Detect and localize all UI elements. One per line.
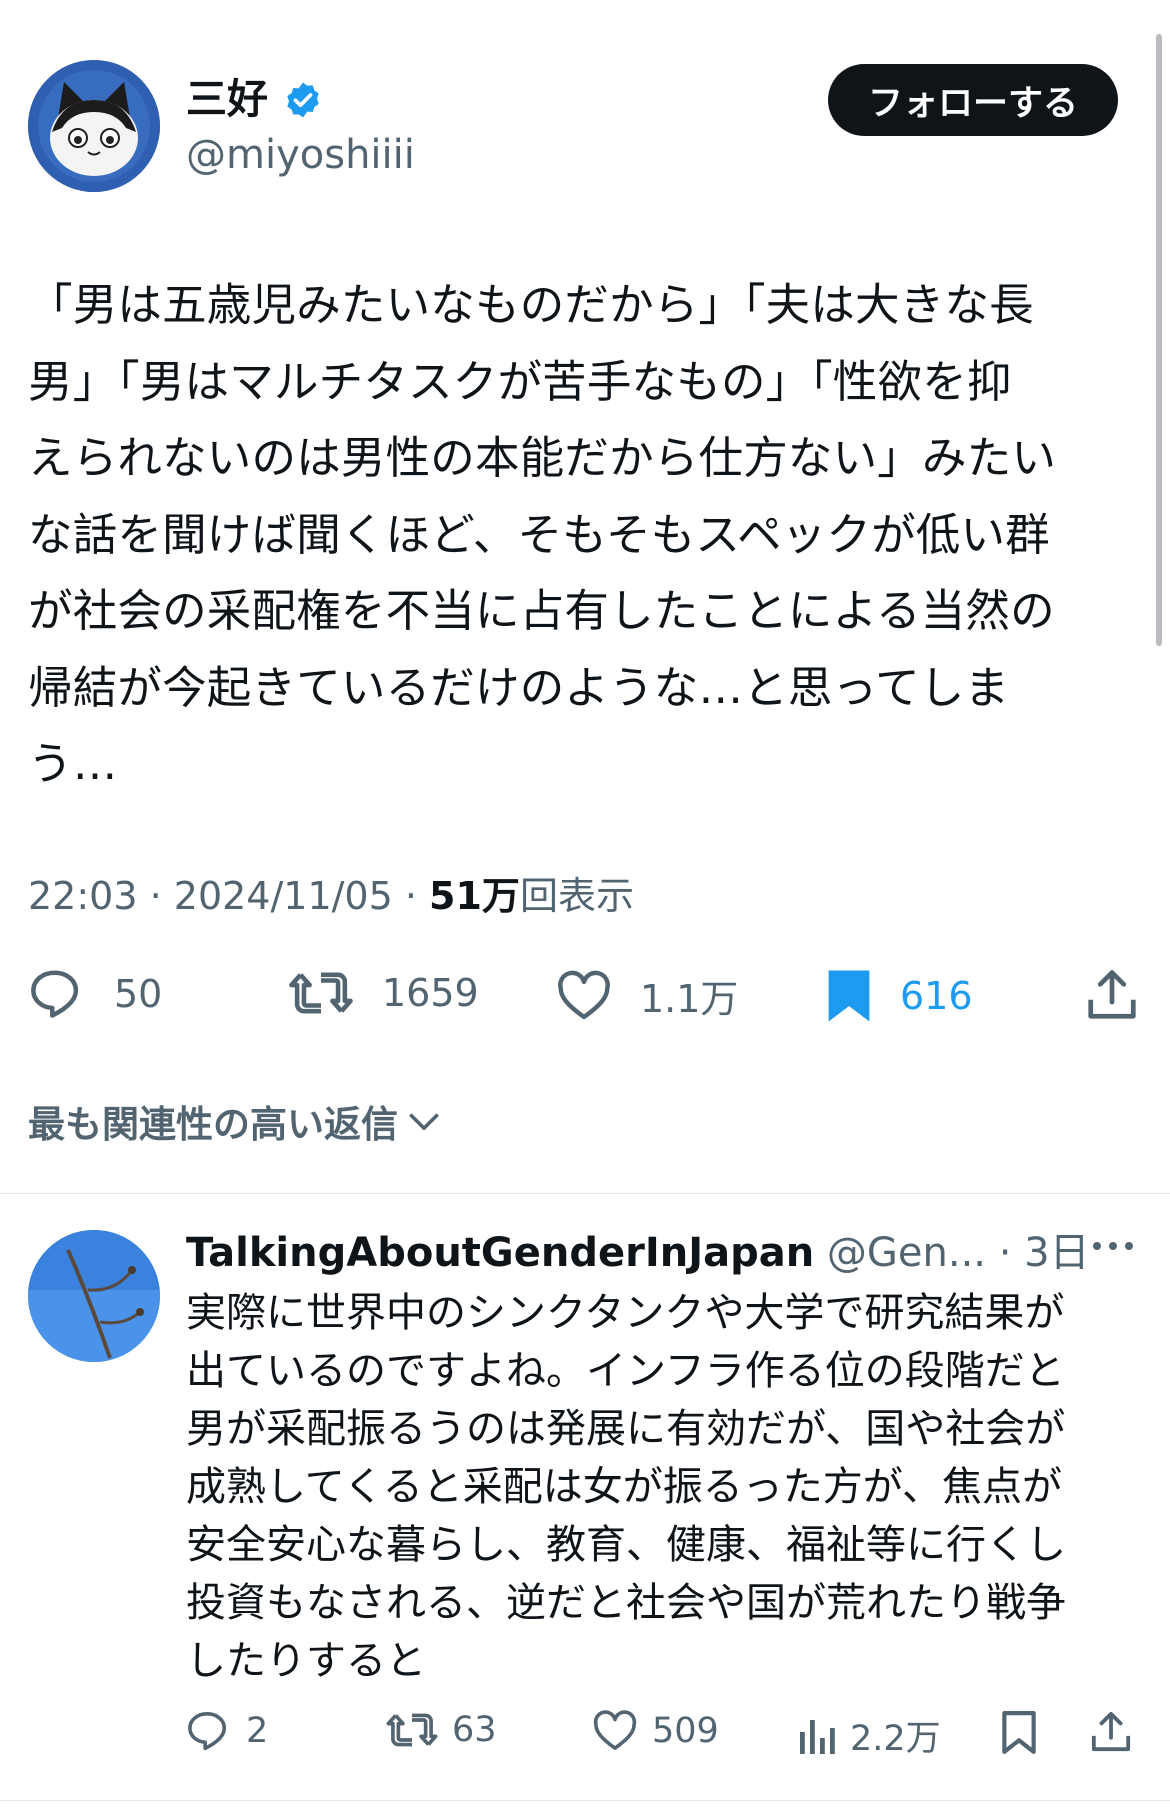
repost-count: 1659	[382, 971, 479, 1015]
like-count: 1.1万	[640, 977, 739, 1021]
share-icon	[1091, 1711, 1131, 1752]
reply-like-button[interactable]: 509	[592, 1710, 719, 1752]
views-label: 回表示	[519, 874, 634, 918]
meta-separator: ·	[392, 874, 430, 918]
reply-bookmark-button[interactable]	[1000, 1710, 1038, 1756]
bookmark-filled-icon	[828, 970, 870, 1022]
reply-views-button[interactable]: 2.2万	[796, 1710, 941, 1761]
reply-sort-dropdown[interactable]: 最も関連性の高い返信	[28, 1094, 442, 1148]
reply-time[interactable]: · 3日	[986, 1230, 1090, 1276]
reply-share-button[interactable]	[1090, 1710, 1132, 1754]
post-meta: 22:03 · 2024/11/05 · 51万回表示	[28, 872, 634, 920]
verified-badge-icon	[283, 80, 323, 120]
like-button[interactable]: 1.1万	[556, 968, 738, 1023]
divider	[0, 1800, 1170, 1801]
more-dots-icon[interactable]	[1090, 1236, 1136, 1260]
author-handle[interactable]: @miyoshiiii	[186, 130, 415, 180]
reply-header: TalkingAboutGenderInJapan @Gen... · 3日	[186, 1228, 1090, 1278]
views-count: 51万	[429, 874, 520, 918]
cat-avatar	[28, 60, 160, 192]
reply-author-handle[interactable]: @Gen...	[827, 1230, 986, 1276]
author-avatar[interactable]	[28, 60, 160, 192]
heart-icon	[558, 970, 610, 1019]
chevron-down-icon	[409, 1113, 439, 1130]
reply-reply-count: 2	[246, 1711, 269, 1751]
reply-repost-button[interactable]: 63	[386, 1710, 497, 1750]
scrollbar[interactable]	[1156, 34, 1162, 646]
reply-reply-button[interactable]: 2	[186, 1710, 268, 1752]
reply-text: 実際に世界中のシンクタンクや大学で研究結果が 出ているのですよね。インフラ作る位…	[186, 1290, 1066, 1684]
author-name[interactable]: 三好	[186, 74, 268, 124]
repost-icon	[386, 1713, 438, 1747]
post-text: 「男は五歳児みたいなものだから」「夫は大きな長 男」「男はマルチタスクが苦手なも…	[28, 280, 1057, 790]
reply-time-value: 3日	[1024, 1230, 1090, 1276]
reply-repost-count: 63	[452, 1710, 497, 1750]
heart-icon	[593, 1710, 637, 1750]
reply-count: 50	[114, 972, 163, 1016]
post-time[interactable]: 22:03	[28, 874, 138, 918]
post-date[interactable]: 2024/11/05	[174, 874, 393, 918]
divider	[0, 1193, 1170, 1194]
branch-photo-avatar	[28, 1230, 160, 1362]
reply-icon	[188, 1712, 227, 1751]
reply-avatar[interactable]	[28, 1230, 160, 1362]
analytics-icon	[800, 1719, 835, 1754]
repost-icon	[289, 972, 353, 1014]
reply-author-name[interactable]: TalkingAboutGenderInJapan	[186, 1230, 814, 1276]
reply-like-count: 509	[652, 1711, 719, 1751]
reply-icon	[31, 970, 79, 1018]
follow-button[interactable]: フォローする	[828, 64, 1118, 136]
meta-separator: ·	[137, 874, 174, 918]
share-button[interactable]	[1086, 968, 1138, 1022]
sort-label: 最も関連性の高い返信	[28, 1103, 398, 1146]
repost-button[interactable]: 1659	[288, 968, 479, 1018]
reply-views-count: 2.2万	[850, 1719, 941, 1759]
reply-button[interactable]: 50	[28, 968, 162, 1020]
bookmark-count: 616	[900, 974, 973, 1018]
bookmark-button[interactable]: 616	[826, 968, 973, 1024]
bookmark-icon	[1002, 1711, 1036, 1754]
share-icon	[1088, 970, 1136, 1019]
